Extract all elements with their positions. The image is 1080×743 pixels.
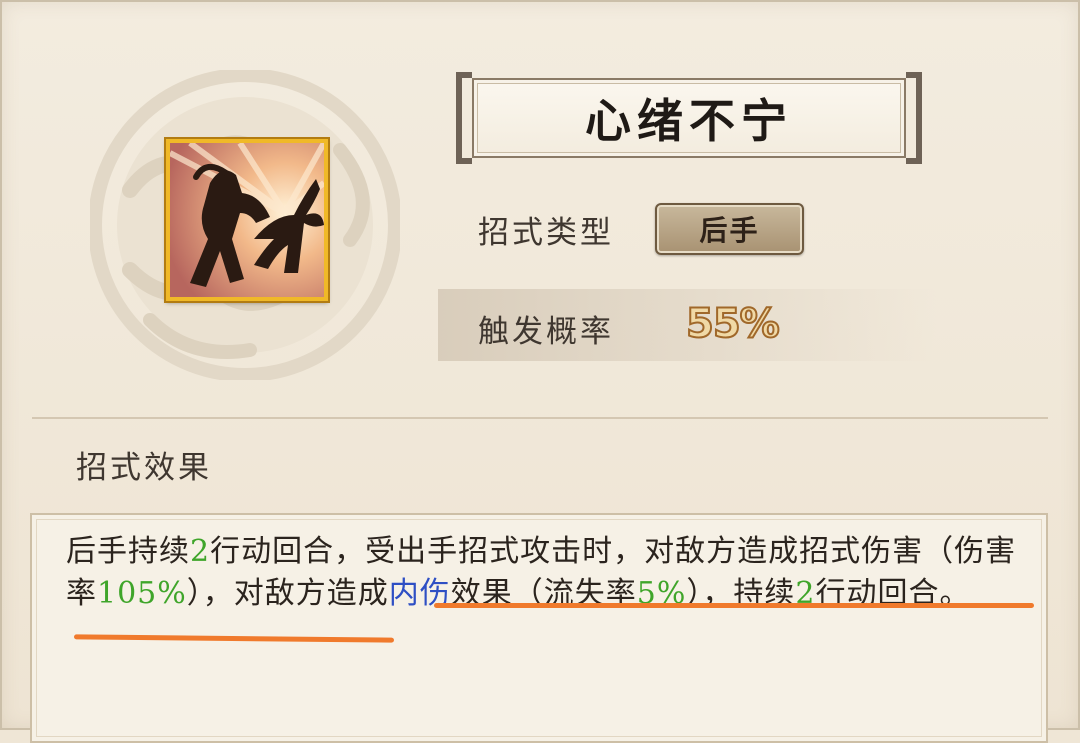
skill-detail-panel: 心绪不宁 招式类型 后手 触发概率 55% 招式效果 后手持续2行动回合，受出手… — [0, 0, 1080, 743]
title-bracket-right — [906, 72, 922, 164]
trigger-rate-value: 55% — [685, 300, 781, 348]
annotation-underline-1 — [434, 603, 1034, 608]
effect-section-label: 招式效果 — [76, 450, 212, 486]
skill-type-value: 后手 — [699, 214, 760, 247]
skill-type-badge: 后手 — [655, 203, 804, 255]
duration-value: 2 — [190, 534, 211, 569]
title-bracket-left — [456, 72, 472, 164]
effect-text-part: ），对敌方造成 — [186, 576, 389, 611]
skill-title-frame: 心绪不宁 — [456, 72, 922, 164]
trigger-rate-label: 触发概率 — [478, 314, 614, 350]
skill-icon[interactable] — [166, 139, 328, 301]
skill-name: 心绪不宁 — [585, 94, 793, 148]
effect-text-part: 后手持续 — [66, 534, 190, 569]
damage-rate-value: 105% — [97, 576, 187, 611]
section-divider — [32, 417, 1048, 419]
skill-title-plate: 心绪不宁 — [472, 78, 906, 158]
skill-type-label: 招式类型 — [478, 215, 614, 251]
silhouette-fighters-icon — [170, 143, 324, 297]
effect-description-box: 后手持续2行动回合，受出手招式攻击时，对敌方造成招式伤害（伤害率105%），对敌… — [30, 513, 1048, 743]
